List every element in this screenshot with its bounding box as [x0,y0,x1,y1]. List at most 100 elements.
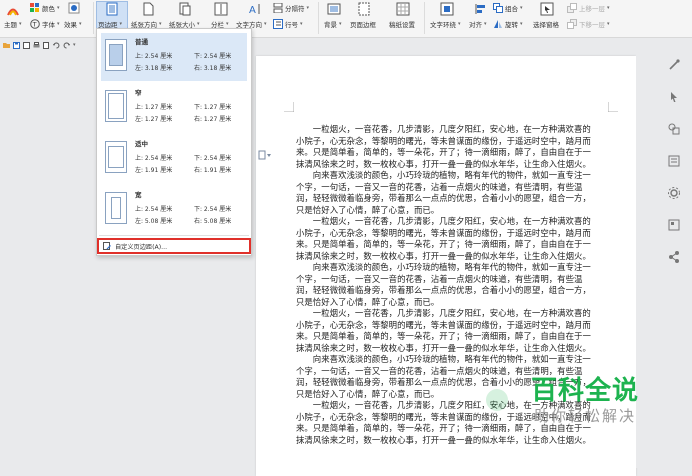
theme-button[interactable]: 主题 ▾ [4,19,22,29]
custom-margins-label: 自定义页边距(A)... [115,243,168,251]
draft-settings-button[interactable]: 稿纸设置 [389,19,415,29]
margin-right-value: 右: 3.18 厘米 [194,65,232,72]
margin-option-name: 适中 [135,140,148,148]
selection-pane-label: 选择窗格 [533,21,559,29]
margins-dropdown-menu: 普通 上: 2.54 厘米 下: 2.54 厘米 左: 3.18 厘米 右: 3… [96,28,252,256]
theme-icon [7,8,19,16]
font-button[interactable]: T 字体 ▾ [30,19,60,29]
chevron-down-icon: ▾ [300,21,303,27]
breaks-icon [273,3,283,13]
bring-forward-icon [567,3,577,13]
chevron-down-icon: ▾ [520,5,523,11]
page-navigation-icon[interactable] [258,150,272,160]
margin-option-name: 普通 [135,38,148,46]
margin-right-value: 右: 1.27 厘米 [194,116,232,123]
effect-button[interactable]: 效果 ▾ [64,19,82,29]
margin-option-name: 窄 [135,89,142,97]
margin-preview-icon [105,39,127,71]
margin-option-wide[interactable]: 宽 上: 2.54 厘米 下: 2.54 厘米 左: 5.08 厘米 右: 5.… [101,186,247,234]
margin-top-value: 上: 2.54 厘米 [135,53,173,60]
redo-icon[interactable] [63,42,70,49]
chevron-down-icon: ▾ [339,21,342,27]
breaks-label: 分隔符 [285,5,305,13]
rotate-button[interactable]: 旋转 ▾ [493,19,523,29]
menu-divider [99,235,249,236]
select-cursor-icon[interactable] [667,90,681,104]
page-color-icon[interactable] [68,2,80,14]
theme-label: 主题 [4,21,17,29]
text-direction-icon: A [249,4,260,16]
paper-size-icon [179,2,191,16]
breaks-button[interactable]: 分隔符 ▾ [273,3,309,13]
paragraph: 向来喜欢浅淡的颜色，小巧玲珑的植物，略有年代的物件，就如一直专注一个字，一句话，… [296,170,591,215]
group-icon [493,3,503,13]
margin-bottom-value: 下: 2.54 厘米 [194,53,232,60]
text-wrap-button[interactable]: 文字环绕 ▾ [430,19,461,29]
share-icon[interactable] [667,250,681,264]
page-border-icon [358,2,370,16]
margins-icon [106,2,118,16]
effect-label: 效果 [64,21,77,29]
page-border-label: 页面边框 [350,21,376,29]
page-border-button[interactable]: 页面边框 [350,19,376,29]
line-number-icon [273,19,283,29]
send-backward-button[interactable]: 下移一层 ▾ [567,19,610,29]
orientation-icon [143,2,154,16]
color-button[interactable]: 颜色 ▾ [30,3,60,13]
bring-forward-button[interactable]: 上移一层 ▾ [567,3,610,13]
chevron-down-icon: ▾ [79,21,82,27]
shapes-icon[interactable] [667,122,681,136]
print-icon[interactable] [33,41,40,49]
separator [424,2,425,34]
save-as-icon[interactable] [23,41,30,49]
custom-margins-menu-item[interactable]: 自定义页边距(A)... [97,238,251,254]
send-backward-icon [567,19,577,29]
margin-top-value: 上: 1.27 厘米 [135,104,173,111]
background-button[interactable]: 背景 ▾ [324,19,342,29]
right-side-toolbar [662,58,686,282]
properties-icon[interactable] [667,218,681,232]
margin-preview-icon [105,192,127,224]
line-number-label: 行号 [285,21,298,29]
margin-corner-mark [608,102,618,112]
font-icon: T [30,19,40,29]
style-icon[interactable] [667,58,681,72]
chevron-down-icon: ▾ [119,21,123,27]
margin-option-name: 宽 [135,191,142,199]
selection-pane-button[interactable]: 选择窗格 [533,19,559,29]
margin-left-value: 左: 1.91 厘米 [135,167,173,174]
save-icon[interactable] [13,41,20,49]
chevron-down-icon: ▾ [197,21,200,27]
rotate-icon [494,20,502,28]
review-icon[interactable] [667,154,681,168]
margin-top-value: 上: 2.54 厘米 [135,206,173,213]
margin-preview-icon [105,90,127,122]
align-button[interactable]: 对齐 ▾ [469,19,487,29]
margin-option-moderate[interactable]: 适中 上: 2.54 厘米 下: 2.54 厘米 左: 1.91 厘米 右: 1… [101,135,247,183]
quick-access-toolbar: ▾ [0,38,95,52]
margin-option-narrow[interactable]: 窄 上: 1.27 厘米 下: 1.27 厘米 左: 1.27 厘米 右: 1.… [101,84,247,132]
print-preview-icon[interactable] [43,41,50,49]
svg-text:A: A [249,5,256,16]
separator [318,2,319,34]
chevron-down-icon: ▾ [607,21,610,27]
chevron-down-icon: ▾ [607,5,610,11]
chevron-down-icon[interactable]: ▾ [73,42,76,48]
selection-pane-icon [540,2,554,16]
group-label: 组合 [505,5,518,13]
undo-icon[interactable] [53,42,60,49]
background-icon [327,3,341,15]
font-label: 字体 [42,21,55,29]
rotate-label: 旋转 [505,21,518,29]
group-button[interactable]: 组合 ▾ [493,3,523,13]
margin-right-value: 右: 1.91 厘米 [194,167,232,174]
chevron-down-icon: ▾ [484,21,487,27]
chevron-down-icon: ▾ [57,21,60,27]
color-palette-icon [30,3,39,12]
line-number-button[interactable]: 行号 ▾ [273,19,303,29]
margin-option-normal[interactable]: 普通 上: 2.54 厘米 下: 2.54 厘米 左: 3.18 厘米 右: 3… [101,33,247,81]
text-wrap-label: 文字环绕 [430,21,456,29]
settings-icon[interactable] [667,186,681,200]
chevron-down-icon: ▾ [159,21,162,27]
open-folder-icon[interactable] [3,42,10,49]
